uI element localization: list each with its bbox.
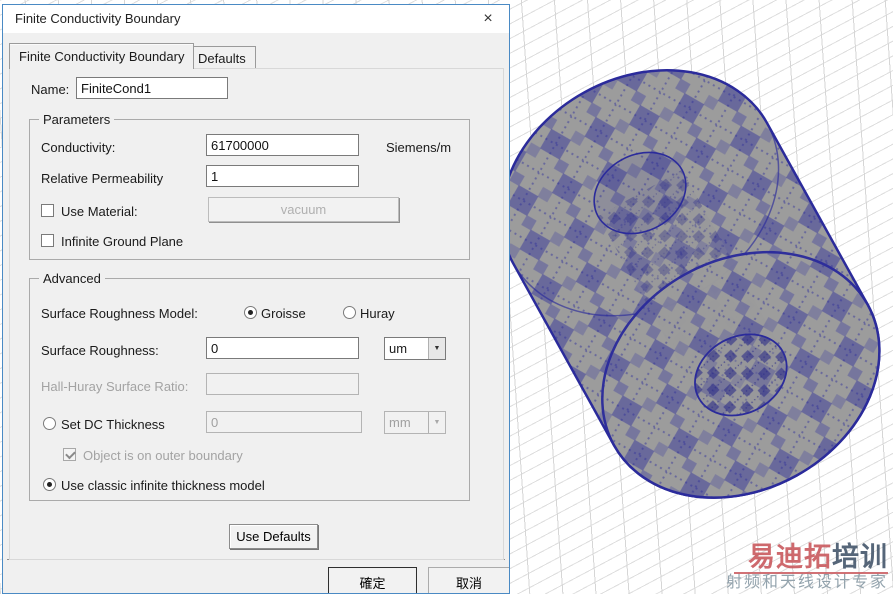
name-label: Name: bbox=[31, 82, 70, 97]
parameters-group-label: Parameters bbox=[39, 112, 115, 127]
use-classic-model-label: Use classic infinite thickness model bbox=[61, 478, 265, 493]
screen: 易迪拓培训 射频和天线设计专家 Finite Conductivity Boun… bbox=[0, 0, 893, 594]
use-defaults-button[interactable]: Use Defaults bbox=[229, 524, 318, 549]
relative-permeability-label: Relative Permeability bbox=[41, 171, 164, 186]
relative-permeability-input[interactable] bbox=[206, 165, 359, 187]
close-icon[interactable]: × bbox=[477, 9, 499, 29]
chevron-down-icon: ▼ bbox=[428, 412, 445, 433]
set-dc-thickness-radio[interactable] bbox=[43, 417, 56, 430]
tab-defaults[interactable]: Defaults bbox=[188, 46, 256, 69]
dialog-titlebar[interactable]: Finite Conductivity Boundary × bbox=[3, 5, 509, 33]
tab-finite-conductivity-boundary[interactable]: Finite Conductivity Boundary bbox=[9, 43, 195, 69]
surface-roughness-unit-dropdown[interactable]: um ▼ bbox=[384, 337, 446, 360]
dc-thickness-unit-value: mm bbox=[389, 415, 411, 430]
infinite-ground-plane-label: Infinite Ground Plane bbox=[61, 234, 184, 249]
name-input[interactable] bbox=[76, 77, 228, 99]
surface-roughness-label: Surface Roughness: bbox=[41, 343, 159, 358]
chevron-down-icon[interactable]: ▼ bbox=[428, 338, 445, 359]
advanced-group-label: Advanced bbox=[39, 271, 105, 286]
huray-radio[interactable] bbox=[343, 306, 356, 319]
infinite-ground-plane-checkbox[interactable] bbox=[41, 234, 54, 247]
watermark-logo: 易迪拓培训 bbox=[726, 543, 888, 571]
groisse-radio-label: Groisse bbox=[261, 306, 306, 321]
groisse-radio[interactable] bbox=[244, 306, 257, 319]
watermark-logo-red: 易迪拓 bbox=[748, 541, 832, 572]
surface-roughness-input[interactable] bbox=[206, 337, 359, 359]
watermark: 易迪拓培训 射频和天线设计专家 bbox=[726, 543, 888, 592]
conductivity-unit-label: Siemens/m bbox=[386, 140, 452, 155]
surface-roughness-model-label: Surface Roughness Model: bbox=[41, 306, 198, 321]
object-on-outer-boundary-checkbox bbox=[63, 448, 76, 461]
dialog-title: Finite Conductivity Boundary bbox=[15, 11, 181, 26]
cylinder-group bbox=[500, 69, 881, 499]
conductivity-label: Conductivity: bbox=[41, 140, 116, 155]
material-button[interactable]: vacuum bbox=[208, 197, 399, 222]
use-material-checkbox[interactable] bbox=[41, 204, 54, 217]
object-on-outer-boundary-label: Object is on outer boundary bbox=[83, 448, 243, 463]
use-material-label: Use Material: bbox=[61, 204, 138, 219]
watermark-rule bbox=[733, 572, 888, 575]
watermark-tagline: 射频和天线设计专家 bbox=[725, 574, 888, 592]
use-classic-model-radio[interactable] bbox=[43, 478, 56, 491]
cancel-button[interactable]: 取消 bbox=[428, 567, 509, 593]
surface-roughness-unit-value: um bbox=[389, 341, 408, 356]
dc-thickness-unit-dropdown: mm ▼ bbox=[384, 411, 446, 434]
ok-button[interactable]: 確定 bbox=[328, 567, 417, 593]
hall-huray-surface-ratio-input bbox=[206, 373, 359, 395]
dc-thickness-input bbox=[206, 411, 362, 433]
set-dc-thickness-label: Set DC Thickness bbox=[61, 417, 165, 432]
finite-conductivity-boundary-dialog: Finite Conductivity Boundary × Finite Co… bbox=[2, 4, 510, 594]
hall-huray-surface-ratio-label: Hall-Huray Surface Ratio: bbox=[41, 379, 189, 394]
watermark-logo-dark: 培训 bbox=[832, 541, 888, 572]
conductivity-input[interactable] bbox=[206, 134, 359, 156]
huray-radio-label: Huray bbox=[360, 306, 395, 321]
